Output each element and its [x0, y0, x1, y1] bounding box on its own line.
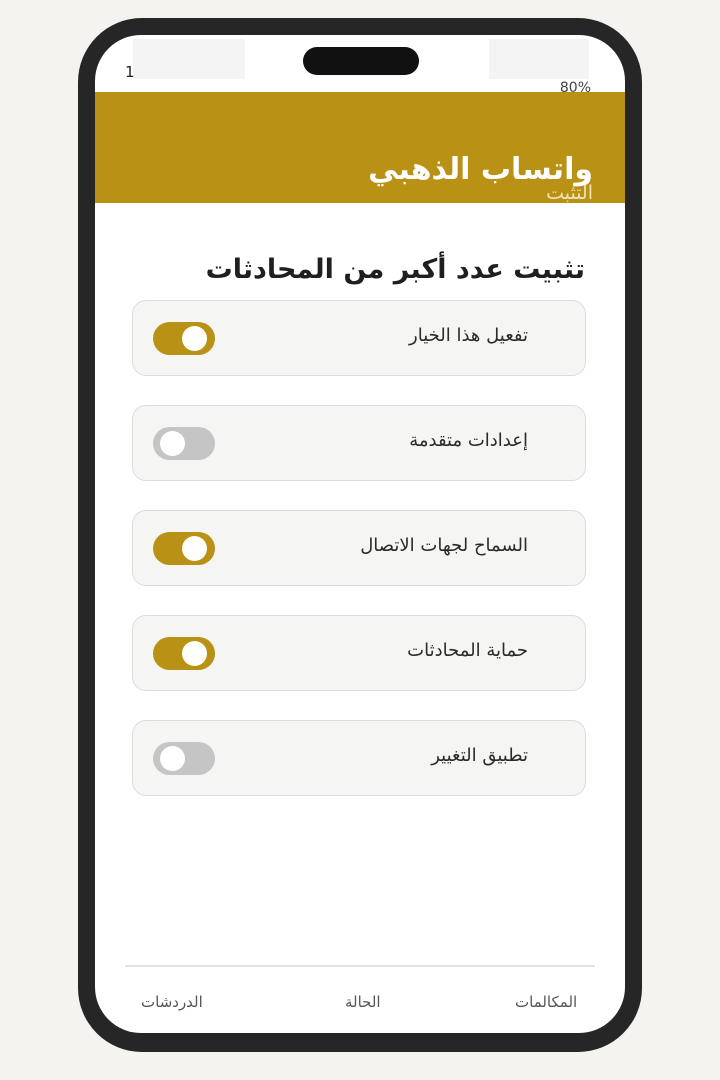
option-label: السماح لجهات الاتصال [360, 535, 528, 556]
option-label: حماية المحادثات [407, 640, 528, 661]
toggle-knob [182, 326, 207, 351]
option-card: حماية المحادثات [132, 615, 586, 691]
option-label: تطبيق التغيير [431, 745, 528, 766]
option-label: إعدادات متقدمة [409, 430, 528, 451]
nav-chats-tab[interactable]: الدردشات [141, 993, 203, 1011]
app-subtitle: التثبت [546, 182, 593, 203]
option-toggle[interactable] [153, 742, 215, 775]
option-toggle[interactable] [153, 322, 215, 355]
status-bar-left-area [133, 39, 245, 79]
toggle-knob [182, 641, 207, 666]
toggle-knob [160, 746, 185, 771]
bottom-nav-divider [125, 965, 595, 967]
dynamic-island [303, 47, 419, 75]
status-bar-right-area [489, 39, 589, 79]
option-card: إعدادات متقدمة [132, 405, 586, 481]
nav-status-tab[interactable]: الحالة [345, 993, 381, 1011]
option-card: السماح لجهات الاتصال [132, 510, 586, 586]
option-label: تفعيل هذا الخيار [409, 325, 528, 346]
option-toggle[interactable] [153, 637, 215, 670]
app-header: واتساب الذهبي التثبت [95, 92, 625, 203]
status-time: 1 [125, 63, 135, 81]
section-title: تثبيت عدد أكبر من المحادثات [205, 254, 585, 285]
toggle-knob [160, 431, 185, 456]
option-card: تفعيل هذا الخيار [132, 300, 586, 376]
option-toggle[interactable] [153, 427, 215, 460]
option-card: تطبيق التغيير [132, 720, 586, 796]
option-toggle[interactable] [153, 532, 215, 565]
phone-frame: 1 80% واتساب الذهبي التثبت تثبيت عدد أكب… [78, 18, 642, 1052]
toggle-knob [182, 536, 207, 561]
phone-screen: 1 80% واتساب الذهبي التثبت تثبيت عدد أكب… [95, 35, 625, 1033]
nav-calls-tab[interactable]: المكالمات [515, 993, 577, 1011]
